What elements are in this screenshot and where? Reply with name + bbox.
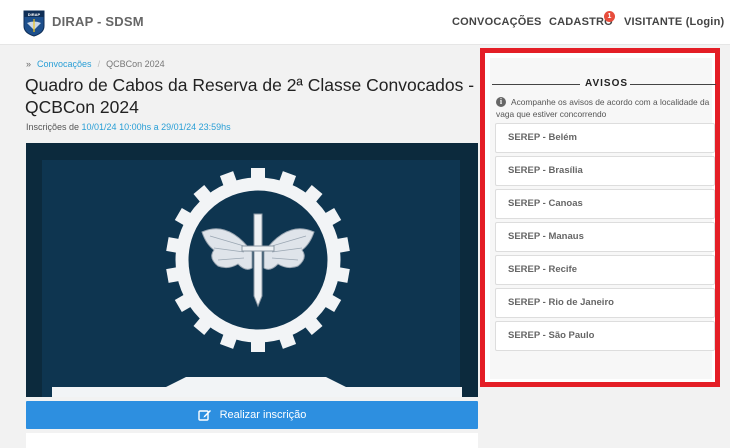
region-item-recife[interactable]: SEREP - Recife [495,255,715,285]
logo-text: DIRAP [28,12,41,17]
inscricoes-range: 10/01/24 10:00hs a 29/01/24 23:59hs [81,122,231,132]
edit-icon [197,410,211,421]
region-item-belem[interactable]: SEREP - Belém [495,123,715,153]
breadcrumb-link-convocacoes[interactable]: Convocações [37,59,92,69]
inscricoes-prefix: Inscrições de [26,122,82,132]
avisos-info-text: Acompanhe os avisos de acordo com a loca… [496,97,710,119]
region-item-canoas[interactable]: SEREP - Canoas [495,189,715,219]
breadcrumb: » Convocações / QCBCon 2024 [26,59,165,69]
realizar-inscricao-label: Realizar inscrição [219,409,307,421]
nav-convocacoes[interactable]: CONVOCAÇÕES [452,16,542,28]
air-force-emblem-icon [52,168,462,397]
breadcrumb-lead: » [26,59,32,69]
region-item-rio-de-janeiro[interactable]: SEREP - Rio de Janeiro [495,288,715,318]
avisos-divider-right [630,84,716,85]
dirap-logo-icon[interactable]: DIRAP [22,10,46,37]
region-item-brasilia[interactable]: SEREP - Brasília [495,156,715,186]
avisos-panel: AVISOS Acompanhe os avisos de acordo com… [480,48,720,387]
region-item-sao-paulo[interactable]: SEREP - São Paulo [495,321,715,351]
content-card [26,433,478,448]
brand-title[interactable]: DIRAP - SDSM [52,14,144,29]
banner-image [26,143,478,397]
cadastro-badge: 1 [604,11,615,22]
realizar-inscricao-button[interactable]: Realizar inscrição [26,401,478,429]
page-title: Quadro de Cabos da Reserva de 2ª Classe … [25,75,475,117]
top-navbar: DIRAP DIRAP - SDSM CONVOCAÇÕES CADASTRO … [0,0,730,45]
region-item-manaus[interactable]: SEREP - Manaus [495,222,715,252]
info-icon: i [496,97,506,107]
breadcrumb-separator: / [97,59,101,69]
nav-visitante-login[interactable]: VISITANTE (Login) [624,16,724,28]
avisos-divider-left [492,84,580,85]
inscricoes-period: Inscrições de 10/01/24 10:00hs a 29/01/2… [26,122,231,132]
avisos-title: AVISOS [585,78,629,89]
breadcrumb-current: QCBCon 2024 [106,59,165,69]
